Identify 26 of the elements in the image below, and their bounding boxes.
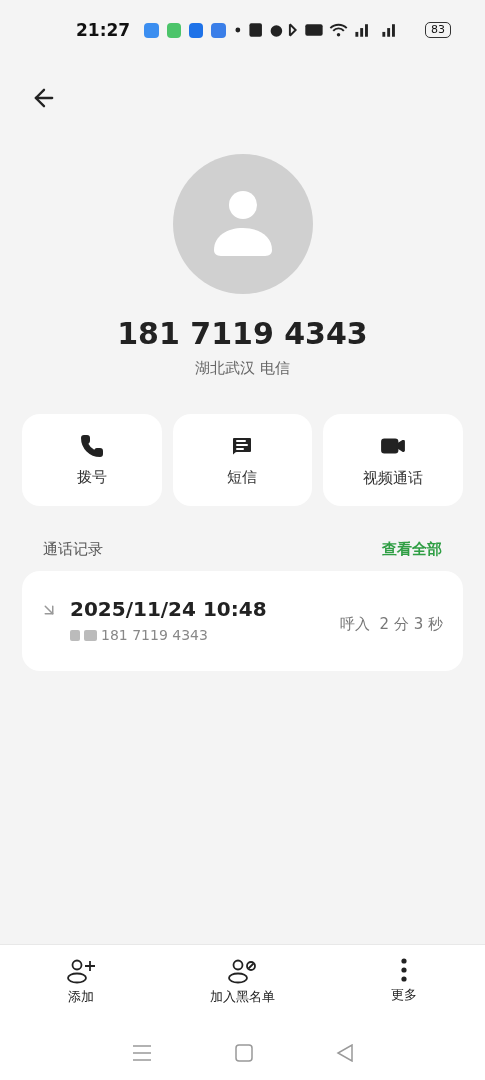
app-notification-icon [211, 22, 226, 38]
back-triangle-icon[interactable] [335, 1044, 354, 1062]
more-icon [401, 958, 408, 982]
call-log-card[interactable]: 2025/11/24 10:48 181 7119 4343 呼入 2 分 3 秒 [22, 571, 463, 671]
call-number: 181 7119 4343 [101, 627, 208, 643]
menu-icon[interactable] [131, 1044, 152, 1062]
add-person-icon [65, 958, 96, 984]
toolbar-button[interactable]: 添加 [0, 957, 162, 1007]
action-button[interactable]: 拨号 [22, 414, 162, 506]
app-notification-icon [189, 22, 204, 38]
toolbar-button[interactable]: 加入黑名单 [161, 957, 324, 1007]
block-person-icon [227, 958, 258, 984]
phone-icon [79, 433, 104, 458]
section-title: 通话记录 [43, 540, 103, 559]
action-button[interactable]: 视频通话 [323, 414, 463, 506]
toolbar-button[interactable]: 更多 [323, 957, 485, 1007]
action-button[interactable]: 短信 [172, 414, 313, 506]
app-notification-icon [166, 22, 182, 38]
app-notification-icon [144, 22, 159, 38]
call-summary: 呼入 2 分 3 秒 [340, 615, 443, 634]
home-square-icon[interactable] [234, 1044, 253, 1062]
number-location: 湖北武汉 电信 [195, 359, 290, 378]
status-time: 21:27 [76, 20, 131, 40]
call-datetime: 2025/11/24 10:48 [70, 597, 267, 621]
battery-level: 83 [425, 22, 451, 38]
phone-number: 181 7119 4343 [117, 316, 368, 351]
